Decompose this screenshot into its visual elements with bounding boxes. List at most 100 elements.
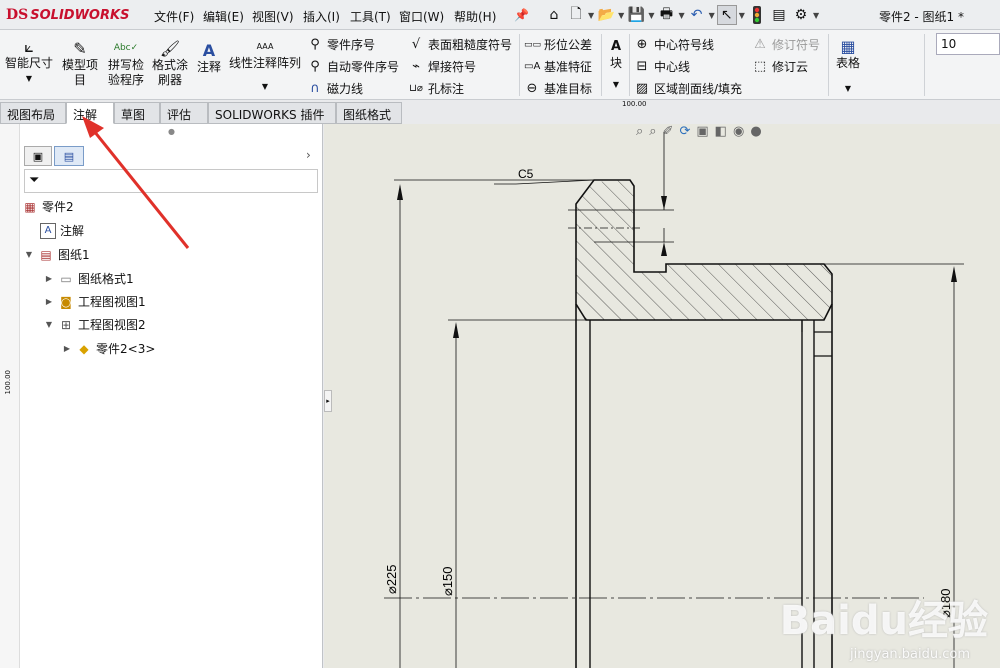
menu-file[interactable]: 文件(F) bbox=[154, 8, 194, 25]
datum-feature-label: 基准特征 bbox=[544, 60, 593, 74]
table-button[interactable]: ▦ 表格 ▼ bbox=[832, 36, 864, 96]
tree-item-label: 零件2<3> bbox=[96, 342, 156, 356]
new-document-icon[interactable]: 🗋 bbox=[566, 5, 586, 25]
save-dropdown-icon[interactable]: ▼ bbox=[648, 11, 654, 20]
window-title: 零件2 - 图纸1 * bbox=[878, 10, 964, 24]
dimension-arrow bbox=[397, 184, 403, 200]
file-properties-icon[interactable]: ▤ bbox=[769, 5, 789, 25]
revision-cloud-label: 修订云 bbox=[772, 60, 809, 74]
print-dropdown-icon[interactable]: ▼ bbox=[678, 11, 684, 20]
menu-window[interactable]: 窗口(W) bbox=[399, 8, 444, 25]
magnet-icon: ∩ bbox=[310, 81, 320, 96]
expand-arrow-icon[interactable]: ▶ bbox=[44, 297, 54, 306]
home-icon[interactable]: ⌂ bbox=[544, 5, 564, 25]
new-dropdown-icon[interactable]: ▼ bbox=[588, 11, 594, 20]
block-dropdown-icon[interactable]: ▼ bbox=[613, 77, 619, 92]
dimension-arrow bbox=[951, 266, 957, 282]
balloon-label: 零件序号 bbox=[327, 38, 376, 52]
ribbon-divider bbox=[924, 34, 925, 96]
hole-callout-button[interactable]: ⊔⌀ 孔标注 bbox=[408, 80, 464, 97]
menu-view[interactable]: 视图(V) bbox=[252, 8, 294, 25]
options-gear-icon[interactable]: ⚙ bbox=[791, 5, 811, 25]
tab-solidworks-addins[interactable]: SOLIDWORKS 插件 bbox=[208, 102, 336, 124]
part-icon: ◆ bbox=[79, 341, 89, 356]
collapse-arrow-icon[interactable]: ▼ bbox=[44, 320, 54, 329]
auto-balloon-button[interactable]: ⚲ 自动零件序号 bbox=[307, 58, 399, 75]
auto-balloon-icon: ⚲ bbox=[310, 59, 320, 74]
surface-finish-icon: √ bbox=[411, 37, 421, 52]
expand-arrow-icon[interactable]: ▶ bbox=[62, 344, 72, 353]
dimension-arrow bbox=[661, 242, 667, 256]
vertical-ruler: 100.00 bbox=[0, 124, 20, 668]
spell-checker-label-2: 验程序 bbox=[107, 73, 144, 87]
tree-item-drawing-view2[interactable]: ▼ ⊞ 工程图视图2 bbox=[44, 316, 146, 333]
open-folder-icon[interactable]: 📂 bbox=[596, 5, 616, 25]
table-icon: ▦ bbox=[840, 36, 856, 56]
feature-manager-tab-icon[interactable]: ▣ bbox=[24, 146, 52, 166]
print-icon[interactable]: 🖶 bbox=[656, 5, 676, 25]
menu-insert[interactable]: 插入(I) bbox=[303, 8, 340, 25]
drawing-sheet-svg: C5 ⌀225 ⌀150 ⌀180 bbox=[384, 132, 964, 668]
center-mark-label: 中心符号线 bbox=[654, 38, 715, 52]
tree-item-root-part[interactable]: ▦ 零件2 bbox=[22, 198, 73, 215]
menu-edit[interactable]: 编辑(E) bbox=[203, 8, 244, 25]
model-items-icon: ✎ bbox=[73, 38, 87, 58]
table-dropdown-icon[interactable]: ▼ bbox=[845, 81, 851, 96]
magnetic-line-button[interactable]: ∩ 磁力线 bbox=[307, 80, 363, 97]
rebuild-traffic-light-icon[interactable] bbox=[747, 5, 767, 25]
tree-item-label: 图纸格式1 bbox=[78, 272, 134, 286]
menu-help[interactable]: 帮助(H) bbox=[454, 8, 496, 25]
options-dropdown-icon[interactable]: ▼ bbox=[813, 11, 819, 20]
weld-symbol-button[interactable]: ⌁ 焊接符号 bbox=[408, 58, 476, 75]
format-painter-button[interactable]: 🖌 格式涂 刷器 bbox=[148, 38, 192, 88]
undo-icon[interactable]: ↶ bbox=[687, 5, 707, 25]
datum-target-button[interactable]: ⊖ 基准目标 bbox=[524, 80, 592, 97]
spell-checker-button[interactable]: Abc✓ 拼写检 验程序 bbox=[104, 38, 148, 88]
block-button[interactable]: A 块 ▼ bbox=[604, 36, 628, 92]
tree-item-drawing-view1[interactable]: ▶ ◙ 工程图视图1 bbox=[44, 293, 146, 310]
tree-item-label: 工程图视图2 bbox=[78, 318, 146, 332]
solidworks-logo[interactable]: DS SOLIDWORKS bbox=[6, 5, 129, 25]
center-mark-button[interactable]: ⊕ 中心符号线 bbox=[634, 36, 714, 53]
balloon-button[interactable]: ⚲ 零件序号 bbox=[307, 36, 375, 53]
note-label: 注释 bbox=[196, 60, 221, 74]
dimension-arrow bbox=[453, 322, 459, 338]
collapse-arrow-icon[interactable]: ▼ bbox=[24, 250, 34, 259]
drawing-canvas[interactable]: ⌕ ⌕ ✐ ⟳ ▣ ◧ ◉ ● C5 ⌀225 ⌀150 ⌀180 ▸ Baid… bbox=[324, 124, 1000, 668]
chevron-right-icon[interactable]: › bbox=[306, 148, 311, 162]
select-cursor-icon[interactable]: ↖ bbox=[716, 5, 737, 25]
ribbon-divider bbox=[519, 34, 520, 96]
filter-funnel-icon[interactable]: ⏷ bbox=[29, 173, 39, 188]
surface-finish-button[interactable]: √ 表面粗糙度符号 bbox=[408, 36, 512, 53]
panel-collapse-handle[interactable]: ▸ bbox=[324, 390, 332, 412]
revision-symbol-button[interactable]: ⚠ 修订符号 bbox=[752, 36, 820, 53]
undo-dropdown-icon[interactable]: ▼ bbox=[709, 11, 715, 20]
revision-cloud-button[interactable]: ⬚ 修订云 bbox=[752, 58, 808, 75]
geometric-tolerance-button[interactable]: ▭▭ 形位公差 bbox=[524, 36, 592, 53]
tree-item-part-ref[interactable]: ▶ ◆ 零件2<3> bbox=[62, 340, 155, 357]
linear-pattern-icon: AAA bbox=[256, 41, 274, 51]
pin-icon[interactable]: 📌 bbox=[514, 8, 529, 22]
smart-dimension-dropdown-icon[interactable]: ▼ bbox=[26, 71, 32, 86]
font-size-combo[interactable]: 10 bbox=[936, 33, 1000, 55]
block-icon: A bbox=[610, 38, 622, 54]
model-items-button[interactable]: ✎ 模型项 目 bbox=[58, 38, 102, 88]
datum-feature-button[interactable]: ▭A 基准特征 bbox=[524, 58, 592, 75]
annotation-ribbon: ⟀ 智能尺寸 ▼ ✎ 模型项 目 Abc✓ 拼写检 验程序 🖌 格式涂 刷器 A… bbox=[0, 30, 1000, 100]
expand-arrow-icon[interactable]: ▶ bbox=[44, 274, 54, 283]
tree-item-sheet-format[interactable]: ▶ ▭ 图纸格式1 bbox=[44, 270, 134, 287]
centerline-icon: ⊟ bbox=[636, 59, 648, 74]
tab-view-layout[interactable]: 视图布局 bbox=[0, 102, 66, 124]
menu-tools[interactable]: 工具(T) bbox=[350, 8, 391, 25]
select-dropdown-icon[interactable]: ▼ bbox=[739, 11, 745, 20]
save-icon[interactable]: 💾 bbox=[626, 5, 646, 25]
linear-note-pattern-button[interactable]: AAA 线性注释阵列 ▼ bbox=[228, 36, 302, 94]
smart-dimension-button[interactable]: ⟀ 智能尺寸 ▼ bbox=[4, 36, 54, 86]
note-button[interactable]: A 注释 bbox=[194, 40, 224, 75]
centerline-button[interactable]: ⊟ 中心线 bbox=[634, 58, 690, 75]
geometric-tolerance-label: 形位公差 bbox=[544, 38, 593, 52]
area-hatch-button[interactable]: ▨ 区域剖面线/填充 bbox=[634, 80, 742, 97]
linear-pattern-dropdown-icon[interactable]: ▼ bbox=[262, 79, 268, 94]
open-dropdown-icon[interactable]: ▼ bbox=[618, 11, 624, 20]
datum-feature-icon: ▭A bbox=[524, 61, 541, 72]
